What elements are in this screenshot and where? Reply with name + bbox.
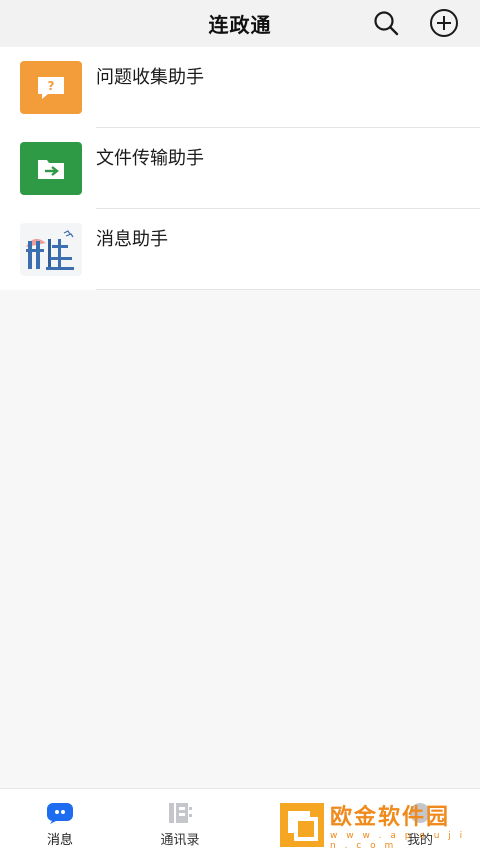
watermark-url: w w w . a p o u j i n . c o m	[330, 831, 466, 851]
question-bubble-icon: ?	[20, 61, 82, 114]
add-circle-icon[interactable]	[429, 8, 459, 38]
tab-messages[interactable]: 消息	[0, 789, 120, 853]
page-title: 连政通	[208, 13, 272, 37]
lian-logo-icon	[20, 223, 82, 276]
top-nav-bar: 连政通	[0, 0, 480, 47]
watermark-title: 欧金软件园	[330, 805, 451, 830]
list-item-message-assistant[interactable]: 消息助手	[0, 209, 480, 290]
folder-arrow-icon	[20, 142, 82, 195]
tab-label: 通讯录	[160, 833, 200, 848]
list-item-title: 问题收集助手	[96, 67, 204, 88]
list-item-title: 文件传输助手	[96, 148, 204, 169]
list-item-title: 消息助手	[96, 229, 168, 250]
chat-bubble-icon	[46, 801, 74, 825]
search-icon[interactable]	[371, 8, 401, 38]
tab-contacts[interactable]: 通讯录	[120, 789, 240, 853]
tab-label: 消息	[46, 833, 73, 848]
message-list: ? 问题收集助手 文件传输助手 消息助手	[0, 47, 480, 290]
list-item-question-assistant[interactable]: ? 问题收集助手	[0, 47, 480, 128]
svg-text:?: ?	[48, 79, 55, 93]
empty-area	[0, 290, 480, 788]
watermark: 欧金软件园 w w w . a p o u j i n . c o m	[280, 799, 475, 851]
list-item-file-transfer[interactable]: 文件传输助手	[0, 128, 480, 209]
contacts-book-icon	[166, 801, 194, 825]
watermark-text: 欧金软件园 w w w . a p o u j i n . c o m	[330, 799, 475, 851]
watermark-logo-icon	[280, 803, 324, 847]
